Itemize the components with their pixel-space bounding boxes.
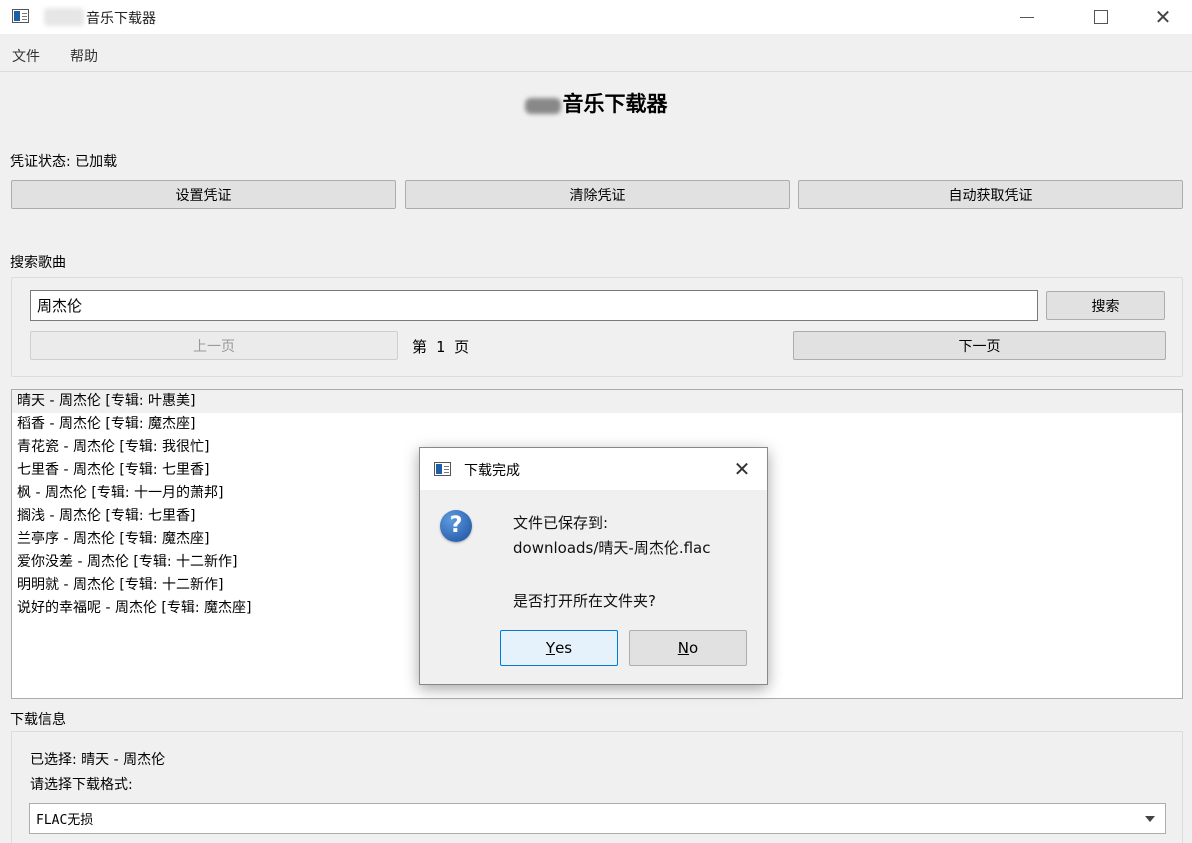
app-header: 音乐下载器: [0, 88, 1192, 118]
menu-file[interactable]: 文件: [12, 46, 40, 66]
dialog-file-path: downloads/晴天-周杰伦.flac: [513, 539, 711, 557]
window-title: 音乐下载器: [86, 11, 156, 27]
search-input[interactable]: 周杰伦: [30, 290, 1038, 321]
format-select-value: FLAC无损: [36, 813, 94, 828]
dialog-window-icon: [434, 462, 451, 476]
download-complete-dialog: 下载完成 ✕ ? 文件已保存到: downloads/晴天-周杰伦.flac 是…: [419, 447, 768, 685]
list-item[interactable]: 晴天 - 周杰伦 [专辑: 叶惠美]: [12, 390, 1182, 413]
page-indicator: 第 1 页: [412, 338, 470, 356]
search-section-label: 搜索歌曲: [10, 255, 66, 271]
redacted-title-prefix: [44, 8, 84, 26]
auto-credential-button[interactable]: 自动获取凭证: [798, 180, 1183, 209]
title-bar: 音乐下载器 ✕: [0, 0, 1192, 34]
selected-song-label: 已选择: 晴天 - 周杰伦: [30, 752, 166, 768]
no-label-rest: o: [689, 639, 699, 657]
clear-credential-button[interactable]: 清除凭证: [405, 180, 790, 209]
maximize-button[interactable]: [1078, 0, 1124, 34]
dropdown-arrow-icon: [1145, 816, 1155, 822]
menu-help[interactable]: 帮助: [70, 46, 98, 66]
prev-page-button[interactable]: 上一页: [30, 331, 398, 360]
maximize-icon: [1094, 10, 1108, 24]
search-button[interactable]: 搜索: [1046, 291, 1165, 320]
dialog-question: 是否打开所在文件夹?: [513, 592, 656, 610]
app-window-icon: [12, 9, 29, 23]
question-icon: ?: [440, 510, 472, 542]
next-page-button[interactable]: 下一页: [793, 331, 1166, 360]
minimize-icon: [1020, 16, 1034, 18]
minimize-button[interactable]: [1004, 0, 1050, 34]
menu-bar: 文件 帮助: [0, 40, 1192, 72]
download-section-label: 下载信息: [10, 712, 66, 728]
yes-button[interactable]: Yes: [500, 630, 618, 666]
page-title: 音乐下载器: [562, 91, 668, 116]
format-select[interactable]: FLAC无损: [29, 803, 1166, 834]
list-item[interactable]: 稻香 - 周杰伦 [专辑: 魔杰座]: [12, 413, 1182, 436]
dialog-title: 下载完成: [464, 463, 520, 479]
close-button[interactable]: ✕: [1140, 0, 1186, 34]
yes-mnemonic: Y: [545, 639, 556, 657]
close-icon: ✕: [1154, 5, 1172, 29]
dialog-close-icon[interactable]: ✕: [728, 456, 756, 482]
redacted-header-prefix: [524, 97, 561, 114]
yes-label-rest: es: [555, 639, 573, 657]
dialog-message-line1: 文件已保存到:: [513, 514, 609, 532]
dialog-title-bar: 下载完成 ✕: [420, 448, 767, 490]
set-credential-button[interactable]: 设置凭证: [11, 180, 396, 209]
no-button[interactable]: No: [629, 630, 747, 666]
credential-status: 凭证状态: 已加载: [10, 154, 118, 170]
no-mnemonic: N: [677, 639, 690, 657]
format-prompt-label: 请选择下载格式:: [30, 777, 133, 793]
